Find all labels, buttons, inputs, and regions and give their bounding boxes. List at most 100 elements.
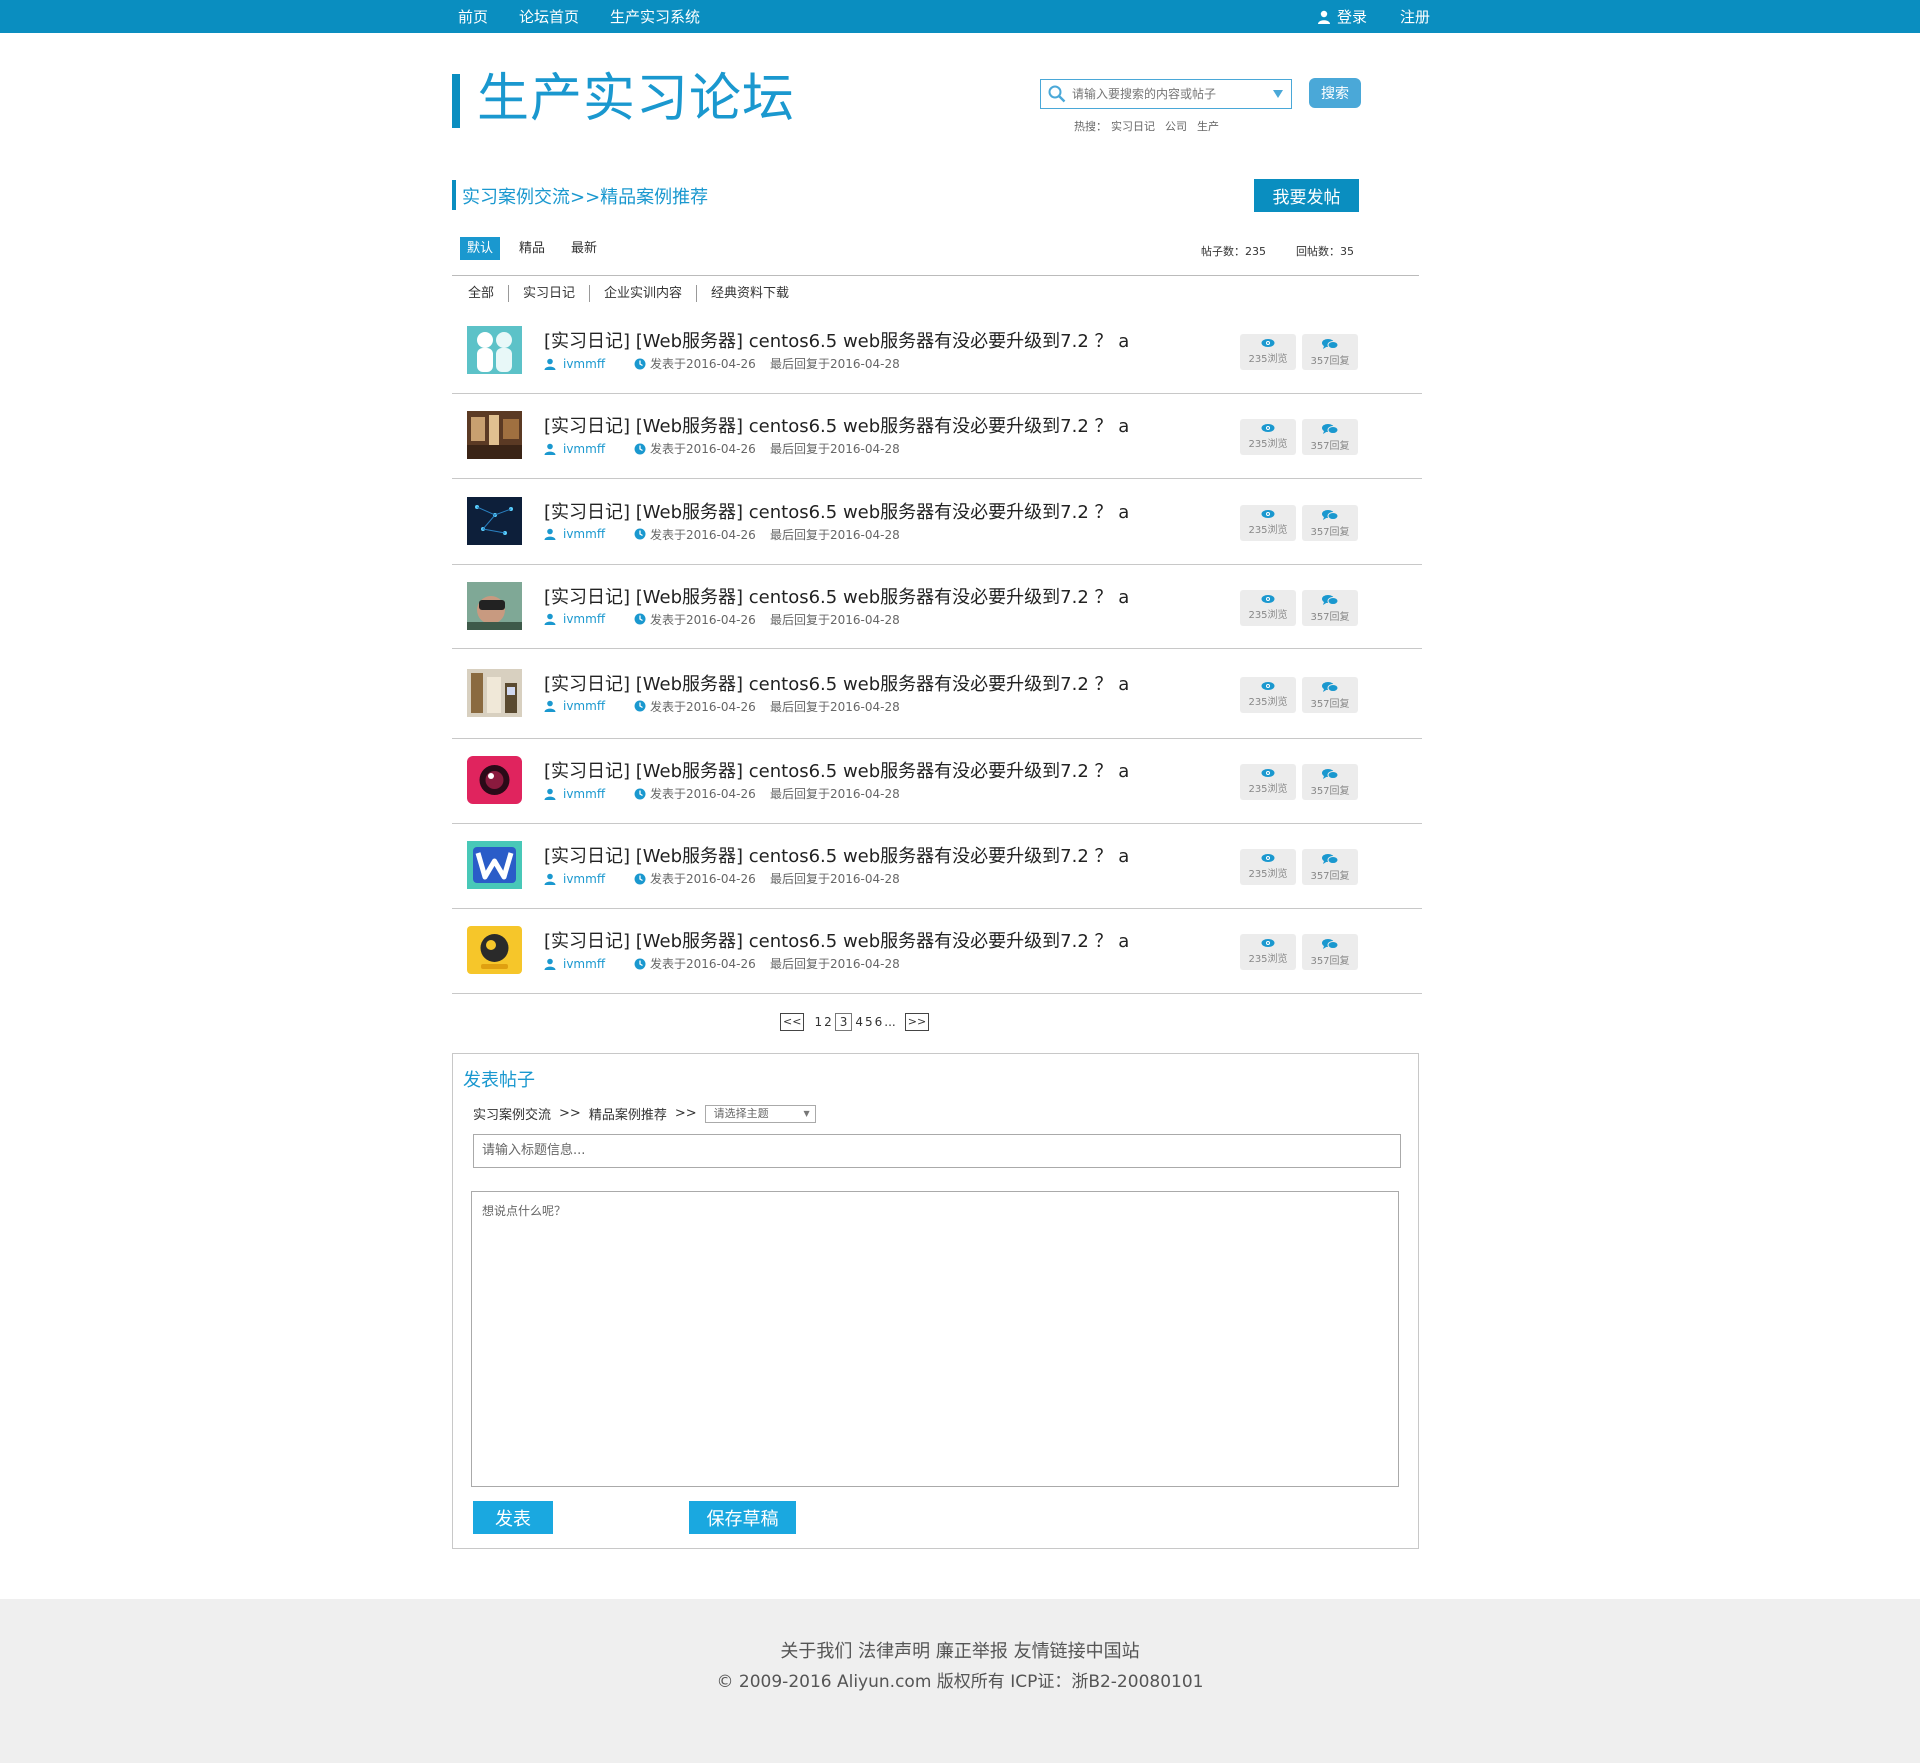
search-input[interactable] <box>1072 87 1262 101</box>
post-thumbnail[interactable] <box>467 411 522 459</box>
post-author[interactable]: ivmmff <box>544 699 634 713</box>
tab-default[interactable]: 默认 <box>460 237 501 260</box>
eye-icon <box>1261 854 1275 862</box>
post-author[interactable]: ivmmff <box>544 957 634 971</box>
page-6[interactable]: 6 <box>874 1015 884 1029</box>
post-thumbnail[interactable] <box>467 581 522 630</box>
topic-select[interactable]: 请选择主题 <box>704 1104 816 1123</box>
post-title[interactable]: [实习日记] [Web服务器] centos6.5 web服务器有没必要升级到7… <box>544 498 1129 524</box>
view-count[interactable]: 235浏览 <box>1240 849 1296 885</box>
nav-item-home[interactable]: 前页 <box>458 6 488 27</box>
top-nav: 前页 论坛首页 生产实习系统 <box>458 0 731 33</box>
tab-featured[interactable]: 精品 <box>512 237 552 260</box>
nav-item-internship-system[interactable]: 生产实习系统 <box>610 6 700 27</box>
post-row[interactable]: [实习日记] [Web服务器] centos6.5 web服务器有没必要升级到7… <box>452 479 1422 565</box>
post-thumbnail[interactable] <box>467 756 522 804</box>
page-4[interactable]: 4 <box>854 1015 864 1029</box>
post-author[interactable]: ivmmff <box>544 872 634 886</box>
page-3-current[interactable]: 3 <box>834 1013 853 1031</box>
post-date-text: 发表于2016-04-26 <box>650 872 756 886</box>
post-date: 发表于2016-04-26 <box>634 440 770 457</box>
post-thumbnail[interactable] <box>467 668 522 717</box>
prev-page-button[interactable]: << <box>780 1013 805 1031</box>
post-title[interactable]: [实习日记] [Web服务器] centos6.5 web服务器有没必要升级到7… <box>544 327 1129 353</box>
post-row[interactable]: [实习日记] [Web服务器] centos6.5 web服务器有没必要升级到7… <box>452 824 1422 909</box>
post-count: 帖子数：235 <box>1201 245 1266 258</box>
reply-count-badge[interactable]: 357回复 <box>1302 764 1358 800</box>
post-row[interactable]: [实习日记] [Web服务器] centos6.5 web服务器有没必要升级到7… <box>452 649 1422 739</box>
post-thumbnail[interactable] <box>467 841 522 889</box>
login-link[interactable]: 登录 <box>1317 6 1367 27</box>
post-author-name: ivmmff <box>563 441 606 456</box>
post-author-name: ivmmff <box>563 956 606 971</box>
post-author[interactable]: ivmmff <box>544 787 634 801</box>
search-button[interactable]: 搜索 <box>1309 78 1361 108</box>
view-count[interactable]: 235浏览 <box>1240 419 1296 455</box>
post-title[interactable]: [实习日记] [Web服务器] centos6.5 web服务器有没必要升级到7… <box>544 583 1129 609</box>
view-count[interactable]: 235浏览 <box>1240 764 1296 800</box>
reply-count-badge[interactable]: 357回复 <box>1302 504 1358 541</box>
page-5[interactable]: 5 <box>864 1015 874 1029</box>
hot-search-item[interactable]: 生产 <box>1197 118 1219 134</box>
post-author[interactable]: ivmmff <box>544 357 634 371</box>
publish-button[interactable]: 发表 <box>473 1501 553 1534</box>
category-classic-downloads[interactable]: 经典资料下载 <box>696 285 803 302</box>
hot-search-item[interactable]: 公司 <box>1165 118 1187 134</box>
page-1[interactable]: 1 <box>813 1015 823 1029</box>
post-title-input[interactable]: 请输入标题信息... <box>473 1134 1401 1168</box>
post-title[interactable]: [实习日记] [Web服务器] centos6.5 web服务器有没必要升级到7… <box>544 927 1129 953</box>
reply-count-badge[interactable]: 357回复 <box>1302 334 1358 370</box>
breadcrumb[interactable]: 实习案例交流>>精品案例推荐 <box>462 183 708 209</box>
post-author[interactable]: ivmmff <box>544 442 634 456</box>
hot-search-item[interactable]: 实习日记 <box>1111 118 1155 134</box>
post-thumbnail[interactable] <box>467 496 522 545</box>
compose-heading: 发表帖子 <box>463 1070 535 1091</box>
footer-links[interactable]: 关于我们 法律声明 廉正举报 友情链接中国站 <box>0 1637 1920 1663</box>
post-meta: ivmmff 发表于2016-04-26 最后回复于2016-04-28 <box>544 440 900 457</box>
register-link[interactable]: 注册 <box>1400 6 1430 27</box>
category-internship-diary[interactable]: 实习日记 <box>508 285 589 302</box>
reply-count-badge[interactable]: 357回复 <box>1302 419 1358 455</box>
reply-count-badge[interactable]: 357回复 <box>1302 589 1358 626</box>
hot-search-label: 热搜： <box>1074 120 1107 133</box>
post-thumbnail[interactable] <box>467 926 522 974</box>
post-author-name: ivmmff <box>563 356 606 371</box>
post-title[interactable]: [实习日记] [Web服务器] centos6.5 web服务器有没必要升级到7… <box>544 842 1129 868</box>
view-count[interactable]: 235浏览 <box>1240 334 1296 370</box>
view-count[interactable]: 235浏览 <box>1240 676 1296 713</box>
post-row[interactable]: [实习日记] [Web服务器] centos6.5 web服务器有没必要升级到7… <box>452 909 1422 994</box>
post-author[interactable]: ivmmff <box>544 527 634 541</box>
save-draft-button[interactable]: 保存草稿 <box>689 1501 796 1534</box>
post-thumbnail[interactable] <box>467 326 522 374</box>
last-reply-date: 最后回复于2016-04-28 <box>770 957 900 971</box>
category-enterprise-training[interactable]: 企业实训内容 <box>589 285 696 302</box>
reply-count-badge[interactable]: 357回复 <box>1302 849 1358 885</box>
post-row[interactable]: [实习日记] [Web服务器] centos6.5 web服务器有没必要升级到7… <box>452 394 1422 479</box>
view-count[interactable]: 235浏览 <box>1240 504 1296 541</box>
next-page-button[interactable]: >> <box>904 1013 930 1031</box>
eye-icon <box>1261 509 1275 518</box>
view-count[interactable]: 235浏览 <box>1240 934 1296 970</box>
post-row[interactable]: [实习日记] [Web服务器] centos6.5 web服务器有没必要升级到7… <box>452 309 1422 394</box>
post-title[interactable]: [实习日记] [Web服务器] centos6.5 web服务器有没必要升级到7… <box>544 670 1129 696</box>
reply-count-badge[interactable]: 357回复 <box>1302 676 1358 713</box>
new-post-button[interactable]: 我要发帖 <box>1254 179 1359 212</box>
reply-count-badge[interactable]: 357回复 <box>1302 934 1358 970</box>
post-title[interactable]: [实习日记] [Web服务器] centos6.5 web服务器有没必要升级到7… <box>544 412 1129 438</box>
clock-icon <box>634 358 646 369</box>
category-all[interactable]: 全部 <box>466 285 508 302</box>
post-row[interactable]: [实习日记] [Web服务器] centos6.5 web服务器有没必要升级到7… <box>452 739 1422 824</box>
post-content-textarea[interactable]: 想说点什么呢？ <box>471 1191 1399 1487</box>
eye-icon <box>1261 339 1275 347</box>
last-reply-date: 最后回复于2016-04-28 <box>770 357 900 371</box>
view-count[interactable]: 235浏览 <box>1240 589 1296 626</box>
page-2[interactable]: 2 <box>823 1015 833 1029</box>
comment-icon <box>1322 509 1338 520</box>
user-icon <box>544 788 556 800</box>
tab-latest[interactable]: 最新 <box>564 237 604 260</box>
nav-item-forum-home[interactable]: 论坛首页 <box>519 6 579 27</box>
chevron-down-icon[interactable] <box>1272 89 1284 99</box>
post-author[interactable]: ivmmff <box>544 612 634 626</box>
post-row[interactable]: [实习日记] [Web服务器] centos6.5 web服务器有没必要升级到7… <box>452 565 1422 649</box>
post-title[interactable]: [实习日记] [Web服务器] centos6.5 web服务器有没必要升级到7… <box>544 757 1129 783</box>
